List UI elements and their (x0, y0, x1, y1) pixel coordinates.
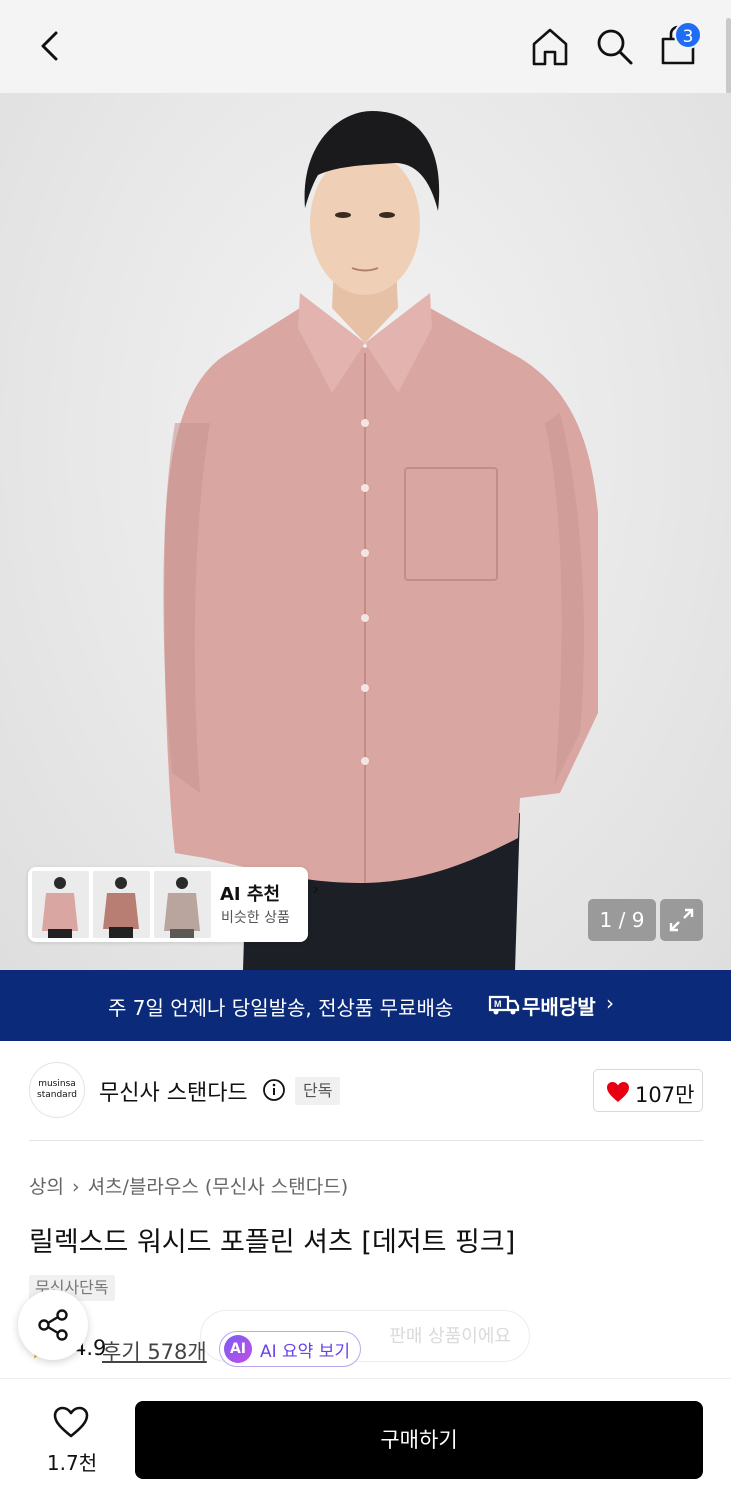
breadcrumb: 상의 › 셔츠/블라우스 (무신사 스탠다드) (29, 1172, 348, 1199)
scrollbar[interactable] (726, 18, 731, 94)
recommend-thumb-2[interactable] (93, 871, 150, 938)
brand-logo-line1: musinsa (38, 1079, 76, 1089)
breadcrumb-item-category[interactable]: 상의 (29, 1176, 64, 1198)
rating-row: 4.9 후기 578개 AI AI 요약 보기 (29, 1331, 729, 1367)
top-bar: 3 (0, 0, 731, 94)
recommend-thumb-3[interactable] (154, 871, 211, 938)
divider (29, 1140, 703, 1141)
ai-icon: AI (224, 1335, 252, 1363)
chevron-right-icon: › (606, 991, 614, 1015)
reviews-link[interactable]: 후기 578개 (102, 1336, 207, 1366)
ai-summary-label: AI 요약 보기 (260, 1341, 351, 1362)
delivery-banner[interactable]: 주 7일 언제나 당일발송, 전상품 무료배송 M 무배당발 › (0, 970, 731, 1041)
wish-count: 1.7천 (46, 1451, 98, 1475)
ai-recommend-title: AI 추천 (220, 884, 281, 905)
back-arrow-icon[interactable] (30, 25, 70, 67)
expand-button[interactable] (660, 899, 703, 941)
brand-like-button[interactable]: 107만 (593, 1069, 703, 1112)
delivery-truck-icon: M (488, 995, 520, 1015)
heart-outline-icon[interactable] (52, 1405, 90, 1439)
search-icon[interactable] (592, 24, 636, 68)
bottom-action-bar: 1.7천 구매하기 (0, 1378, 731, 1500)
info-icon[interactable] (262, 1078, 286, 1102)
breadcrumb-item-subcategory[interactable]: 셔츠/블라우스 (무신사 스탠다드) (88, 1176, 349, 1198)
chevron-right-icon: › (71, 1176, 80, 1198)
recommend-thumb-1[interactable] (32, 871, 89, 938)
buy-button[interactable]: 구매하기 (135, 1401, 703, 1479)
image-counter: 1 / 9 (588, 899, 656, 941)
product-image-gallery[interactable]: AI 추천 › 비슷한 상품 1 / 9 (0, 93, 731, 970)
share-button[interactable] (18, 1290, 88, 1360)
exclusive-badge: 단독 (295, 1077, 341, 1105)
brand-logo-line2: standard (37, 1090, 77, 1100)
brand-like-count: 107만 (635, 1083, 695, 1107)
expand-icon (669, 908, 694, 932)
delivery-brand-label: 무배당발 (522, 995, 596, 1019)
ai-summary-button[interactable]: AI AI 요약 보기 (219, 1331, 362, 1367)
svg-text:M: M (494, 999, 502, 1009)
product-photo (163, 111, 598, 970)
share-icon (38, 1309, 68, 1341)
ai-recommend-card[interactable]: AI 추천 › 비슷한 상품 (28, 867, 319, 942)
product-title: 릴렉스드 워시드 포플린 셔츠 [데저트 핑크] (29, 1227, 516, 1258)
delivery-banner-text: 주 7일 언제나 당일발송, 전상품 무료배송 (108, 996, 454, 1020)
brand-logo[interactable]: musinsa standard (29, 1062, 85, 1118)
brand-name[interactable]: 무신사 스탠다드 (99, 1075, 248, 1107)
ai-recommend-subtitle: 비슷한 상품 (221, 910, 290, 926)
chevron-right-icon: › (312, 879, 320, 900)
heart-filled-icon (607, 1082, 629, 1102)
home-icon[interactable] (528, 24, 572, 68)
cart-count-badge: 3 (674, 21, 702, 49)
